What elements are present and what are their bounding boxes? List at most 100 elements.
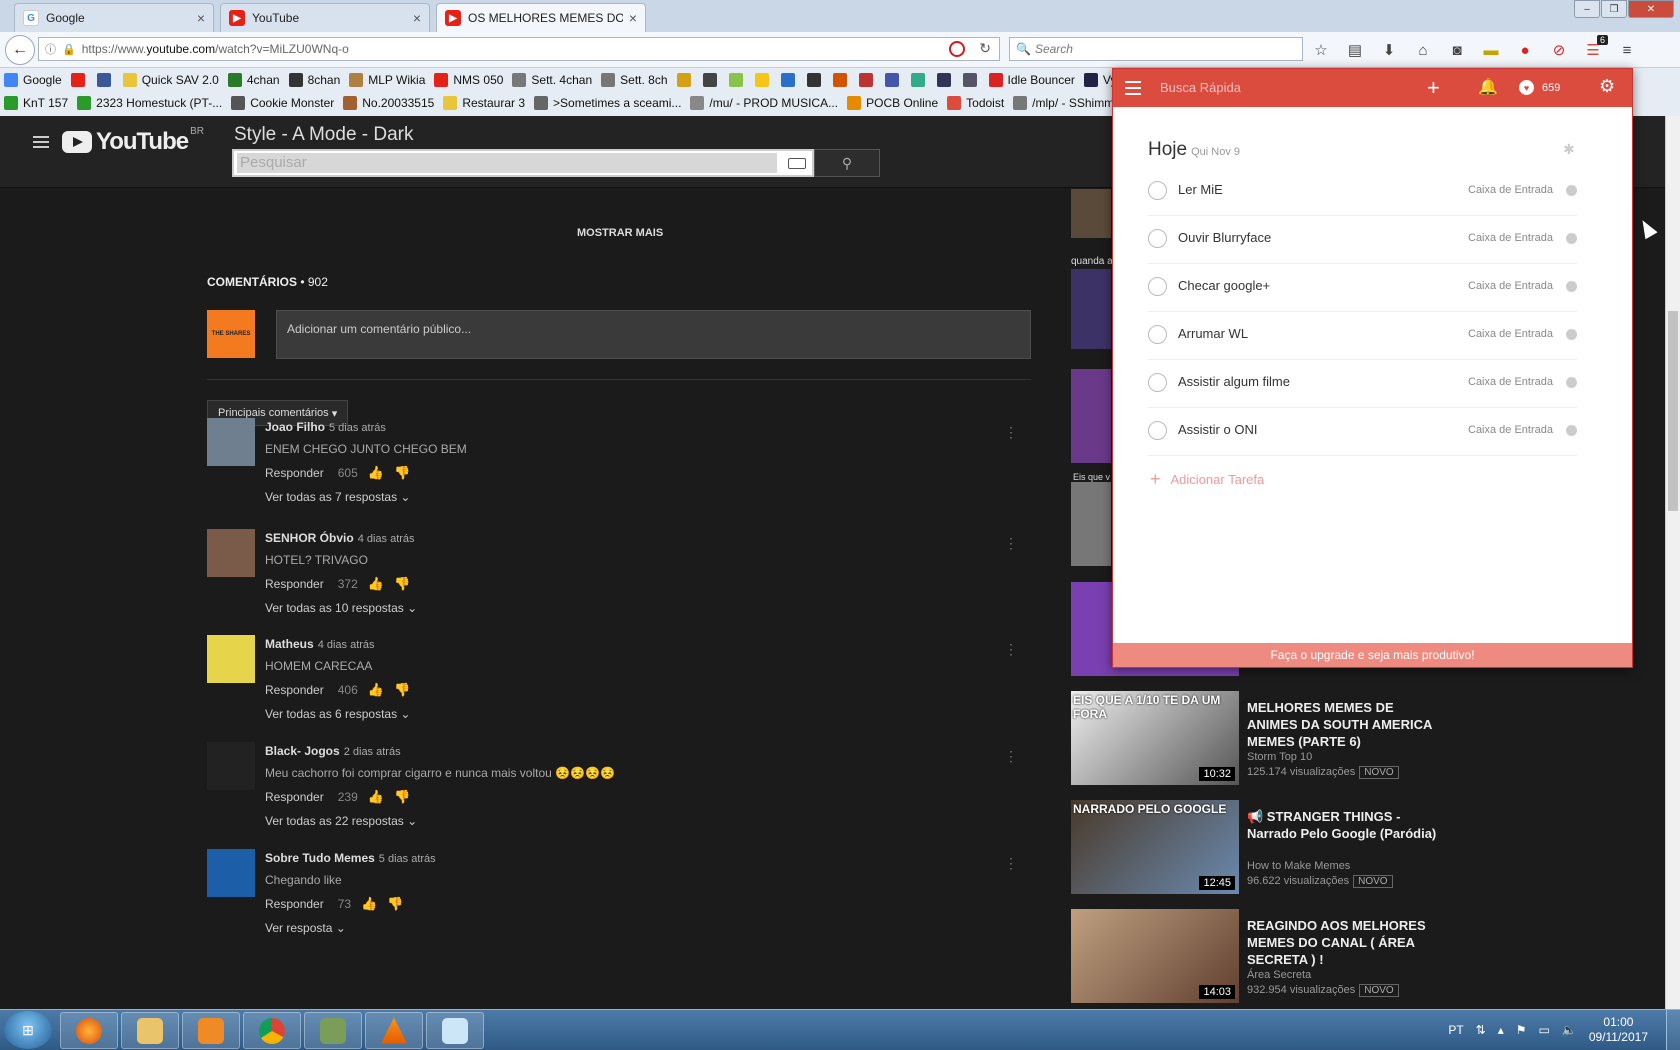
- comment-author[interactable]: Black- Jogos 2 dias atrás: [265, 744, 401, 758]
- video-thumbnail[interactable]: NARRADO PELO GOOGLE 12:45: [1071, 800, 1239, 894]
- taskbar-explorer[interactable]: [121, 1012, 179, 1049]
- bookmark-item[interactable]: [702, 73, 720, 87]
- comment-time[interactable]: 4 dias atrás: [318, 639, 375, 651]
- avatar[interactable]: [207, 849, 255, 897]
- todoist-menu-icon[interactable]: [1125, 81, 1141, 99]
- task-item[interactable]: Arrumar WL Caixa de Entrada: [1148, 312, 1577, 360]
- task-checkbox[interactable]: [1148, 421, 1167, 440]
- comment-author[interactable]: Sobre Tudo Memes 5 dias atrás: [265, 851, 436, 865]
- ruler-icon[interactable]: ▬: [1480, 39, 1502, 61]
- video-thumbnail[interactable]: [1071, 369, 1111, 463]
- task-checkbox[interactable]: [1148, 181, 1167, 200]
- bookmark-item[interactable]: Sett. 8ch: [601, 73, 668, 87]
- bookmark-item[interactable]: Todoist: [947, 96, 1004, 110]
- video-title[interactable]: 📢 STRANGER THINGS - Narrado Pelo Google …: [1247, 808, 1447, 842]
- thumbs-down-icon[interactable]: 👎: [394, 682, 410, 698]
- thumbs-up-icon[interactable]: 👍: [368, 465, 384, 481]
- tab-google[interactable]: G Google ×: [14, 3, 214, 32]
- avatar[interactable]: [207, 742, 255, 790]
- task-checkbox[interactable]: [1148, 229, 1167, 248]
- info-icon[interactable]: ⓘ: [45, 41, 56, 57]
- tray-app-icon[interactable]: ⚑: [1516, 1023, 1527, 1037]
- bookmark-item[interactable]: [728, 73, 746, 87]
- add-task-icon[interactable]: +: [1427, 75, 1440, 101]
- more-options-icon[interactable]: ⋮: [1004, 855, 1018, 872]
- bookmark-item[interactable]: 2323 Homestuck (PT-...: [77, 96, 222, 110]
- bookmark-item[interactable]: [676, 73, 694, 87]
- avatar[interactable]: [207, 529, 255, 577]
- video-thumbnail[interactable]: [1071, 482, 1111, 566]
- more-options-icon[interactable]: ⋮: [1004, 641, 1018, 658]
- thumbs-up-icon[interactable]: 👍: [368, 682, 384, 698]
- view-replies-button[interactable]: Ver todas as 7 respostas ⌄: [265, 490, 410, 504]
- bookmark-item[interactable]: [754, 73, 772, 87]
- reply-button[interactable]: Responder: [265, 897, 324, 911]
- taskbar-chrome[interactable]: [243, 1012, 301, 1049]
- page-scrollbar[interactable]: [1665, 116, 1680, 1009]
- view-replies-button[interactable]: Ver todas as 10 respostas ⌄: [265, 601, 417, 615]
- adblock-icon[interactable]: ●: [1514, 39, 1536, 61]
- bookmark-item[interactable]: [780, 73, 798, 87]
- bookmark-item[interactable]: Sett. 4chan: [512, 73, 592, 87]
- upgrade-banner[interactable]: Faça o upgrade e seja mais produtivo!: [1113, 643, 1632, 667]
- keyboard-icon[interactable]: [788, 158, 806, 169]
- bookmark-item[interactable]: Quick SAV 2.0: [122, 73, 219, 87]
- thumbs-down-icon[interactable]: 👎: [387, 896, 403, 912]
- volume-icon[interactable]: 🔈: [1562, 1023, 1577, 1037]
- taskbar-app[interactable]: [304, 1012, 362, 1049]
- show-desktop-button[interactable]: [1666, 1010, 1680, 1050]
- bookmark-item[interactable]: KnT 157: [4, 96, 68, 110]
- task-item[interactable]: Ouvir Blurryface Caixa de Entrada: [1148, 216, 1577, 264]
- task-item[interactable]: Checar google+ Caixa de Entrada: [1148, 264, 1577, 312]
- download-icon[interactable]: ⬇: [1378, 39, 1400, 61]
- bookmark-item[interactable]: /mlp/ - SShimm: [1013, 96, 1114, 110]
- bookmark-item[interactable]: 8chan: [288, 73, 340, 87]
- bookmark-item[interactable]: Restaurar 3: [443, 96, 525, 110]
- reload-icon[interactable]: ↻: [979, 40, 991, 57]
- address-bar[interactable]: ⓘ 🔒 https://www. youtube.com/watch?v=MiLZ…: [38, 37, 1000, 61]
- video-channel[interactable]: Storm Top 10: [1247, 751, 1467, 763]
- guide-menu-icon[interactable]: [33, 136, 49, 148]
- thumbs-down-icon[interactable]: 👎: [394, 576, 410, 592]
- bookmark-item[interactable]: /mu/ - PROD MUSICA...: [690, 96, 838, 110]
- close-icon[interactable]: ×: [629, 10, 637, 26]
- bookmark-item[interactable]: Idle Bouncer: [988, 73, 1075, 87]
- bookmark-item[interactable]: No.20033515: [343, 96, 434, 110]
- home-icon[interactable]: ⌂: [1412, 39, 1434, 61]
- monitor-icon[interactable]: ▭: [1539, 1023, 1550, 1037]
- language-indicator[interactable]: PT: [1448, 1023, 1463, 1037]
- youtube-search-input[interactable]: Pesquisar: [232, 149, 814, 177]
- video-thumbnail[interactable]: [1071, 269, 1111, 349]
- reply-button[interactable]: Responder: [265, 790, 324, 804]
- bookmark-item[interactable]: [962, 73, 980, 87]
- view-replies-button[interactable]: Ver resposta ⌄: [265, 921, 346, 935]
- taskbar-firefox[interactable]: [60, 1012, 118, 1049]
- comment-author[interactable]: Matheus 4 dias atrás: [265, 637, 375, 651]
- thumbs-up-icon[interactable]: 👍: [361, 896, 377, 912]
- star-icon[interactable]: ☆: [1310, 39, 1332, 61]
- tracking-block-icon[interactable]: [949, 41, 965, 57]
- pin-icon[interactable]: ✱: [1563, 141, 1575, 158]
- close-window-button[interactable]: ✕: [1628, 0, 1674, 18]
- gear-icon[interactable]: ⚙: [1599, 76, 1615, 97]
- tab-video[interactable]: ▶ OS MELHORES MEMES DO... ×: [436, 3, 646, 32]
- avatar[interactable]: [207, 418, 255, 466]
- bookmark-item[interactable]: [936, 73, 954, 87]
- close-icon[interactable]: ×: [413, 10, 421, 26]
- bookmark-item[interactable]: >Sometimes a sceami...: [534, 96, 681, 110]
- video-title[interactable]: MELHORES MEMES DE ANIMES DA SOUTH AMERIC…: [1247, 699, 1447, 750]
- bookmark-item[interactable]: [70, 73, 88, 87]
- reply-button[interactable]: Responder: [265, 466, 324, 480]
- menu-icon[interactable]: ≡: [1616, 39, 1638, 61]
- task-item[interactable]: Assistir algum filme Caixa de Entrada: [1148, 360, 1577, 408]
- avatar[interactable]: [207, 635, 255, 683]
- comment-time[interactable]: 4 dias atrás: [358, 533, 415, 545]
- comment-input[interactable]: Adicionar um comentário público...: [276, 310, 1031, 359]
- comment-time[interactable]: 5 dias atrás: [329, 422, 386, 434]
- more-options-icon[interactable]: ⋮: [1004, 748, 1018, 765]
- thumbs-up-icon[interactable]: 👍: [368, 789, 384, 805]
- taskbar-vlc[interactable]: [365, 1012, 423, 1049]
- comment-time[interactable]: 5 dias atrás: [379, 853, 436, 865]
- scrollbar-thumb[interactable]: [1668, 311, 1678, 511]
- task-item[interactable]: Assistir o ONI Caixa de Entrada: [1148, 408, 1577, 456]
